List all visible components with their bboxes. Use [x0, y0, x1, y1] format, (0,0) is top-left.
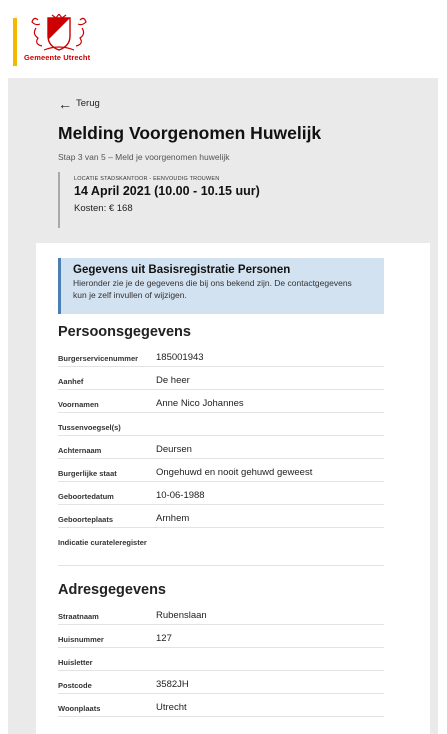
header-accent-bar — [13, 18, 17, 66]
row-value: Ongehuwd en nooit gehuwd geweest — [156, 467, 313, 478]
row-value — [156, 648, 384, 670]
arrow-left-icon: ← — [58, 95, 72, 112]
row-label: Geboorteplaats — [58, 515, 114, 524]
data-row: Indicatie curateleregister — [58, 528, 384, 566]
brp-info-box: Gegevens uit Basisregistratie Personen H… — [58, 258, 384, 314]
data-row: Voornamen Anne Nico Johannes — [58, 390, 384, 413]
page-title: Melding Voorgenomen Huwelijk — [58, 123, 322, 143]
row-label: Straatnaam — [58, 612, 99, 621]
row-label: Postcode — [58, 681, 92, 690]
data-row: Huisletter — [58, 648, 384, 671]
data-row: Postcode 3582JH — [58, 671, 384, 694]
site-header: Gemeente Utrecht — [0, 0, 447, 78]
row-label: Huisnummer — [58, 635, 104, 644]
step-indicator: Stap 3 van 5 – Meld je voorgenomen huwel… — [58, 152, 230, 162]
row-value: 127 — [156, 633, 172, 644]
back-link-label: Terug — [76, 98, 100, 109]
data-row: Burgerlijke staat Ongehuwd en nooit gehuw… — [58, 459, 384, 482]
row-value: Deursen — [156, 444, 192, 455]
row-label: Voornamen — [58, 400, 99, 409]
appointment-cost: Kosten: € 168 — [74, 203, 133, 214]
row-value: Arnhem — [156, 513, 190, 524]
adresgegevens-list: Straatnaam Rubenslaan Huisnummer 127 Huislet… — [58, 602, 384, 717]
location-label: LOCATIE STADSKANTOOR - EENVOUDIG TROUWEN — [74, 176, 220, 182]
logo-text: Gemeente Utrecht — [24, 53, 91, 62]
appointment-date: 14 April 2021 (10.00 - 10.15 uur) — [74, 184, 260, 198]
data-row: Achternaam Deursen — [58, 436, 384, 459]
row-label: Huisletter — [58, 658, 93, 667]
section-title-adresgegevens: Adresgegevens — [58, 582, 166, 598]
row-label: Aanhef — [58, 377, 84, 386]
row-label: Geboortedatum — [58, 492, 114, 501]
data-row: Woonplaats Utrecht — [58, 694, 384, 717]
row-label: Indicatie curateleregister — [58, 538, 147, 547]
gemeente-logo[interactable]: Gemeente Utrecht — [22, 14, 122, 70]
row-value: 185001943 — [156, 352, 204, 363]
row-value: De heer — [156, 375, 190, 386]
row-label: Burgerlijke staat — [58, 469, 117, 478]
back-link[interactable]: ← Terug — [58, 95, 100, 112]
info-text: Hieronder zie je de gegevens die bij ons… — [73, 278, 352, 300]
data-row: Geboorteplaats Arnhem — [58, 505, 384, 528]
row-label: Burgerservicenummer — [58, 354, 139, 363]
data-row: Tussenvoegsel(s) — [58, 413, 384, 436]
appointment-summary: LOCATIE STADSKANTOOR - EENVOUDIG TROUWEN… — [58, 172, 308, 228]
data-row: Burgerservicenummer 185001943 — [58, 344, 384, 367]
row-value: 10-06-1988 — [156, 490, 205, 501]
row-label: Woonplaats — [58, 704, 101, 713]
section-title-persoonsgegevens: Persoonsgegevens — [58, 324, 191, 340]
row-value — [156, 413, 384, 435]
persoonsgegevens-list: Burgerservicenummer 185001943 Aanhef De hee… — [58, 344, 384, 566]
row-value: Anne Nico Johannes — [156, 398, 244, 409]
data-row: Huisnummer 127 — [58, 625, 384, 648]
data-row: Straatnaam Rubenslaan — [58, 602, 384, 625]
row-value: Utrecht — [156, 702, 187, 713]
row-label: Tussenvoegsel(s) — [58, 423, 121, 432]
data-row: Geboortedatum 10-06-1988 — [58, 482, 384, 505]
row-value — [156, 528, 384, 565]
coat-of-arms-icon — [31, 14, 87, 51]
data-row: Aanhef De heer — [58, 367, 384, 390]
row-value: Rubenslaan — [156, 610, 207, 621]
info-title: Gegevens uit Basisregistratie Personen — [73, 264, 291, 276]
row-value: 3582JH — [156, 679, 189, 690]
row-label: Achternaam — [58, 446, 102, 455]
